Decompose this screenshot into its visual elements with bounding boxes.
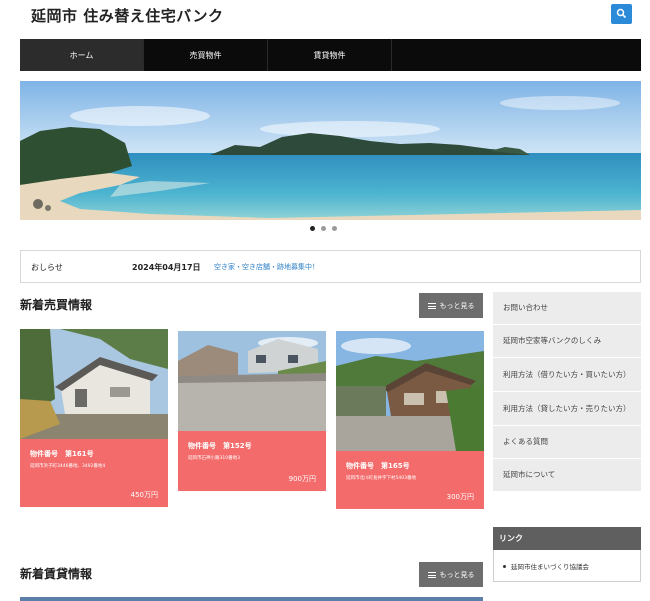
property-card[interactable]: 物件番号 第161号 延岡市浜子町3446番地、3492番地4 450万円: [20, 329, 168, 507]
bullet-icon: [503, 564, 506, 568]
hero-slider-image[interactable]: [20, 81, 641, 220]
nav-item-home[interactable]: ホーム: [20, 39, 144, 71]
notice-label: おしらせ: [31, 263, 63, 272]
property-address: 延岡市北川町長井字下村5403番地: [346, 476, 416, 481]
rent-more-label: もっと見る: [439, 570, 475, 579]
beach-landscape-image: [20, 81, 641, 220]
sale-section-title: 新着売買情報: [20, 298, 93, 312]
property-photo: [178, 331, 326, 431]
search-icon: [616, 8, 627, 19]
rent-section-title: 新着賃貸情報: [20, 567, 93, 581]
nav-item-rent[interactable]: 賃貸物件: [268, 39, 392, 71]
property-info: 物件番号 第152号 延岡市石神小路310番地3 900万円: [178, 431, 326, 491]
property-card[interactable]: 物件番号 第152号 延岡市石神小路310番地3 900万円: [178, 331, 326, 491]
property-info: 物件番号 第165号 延岡市北川町長井字下村5403番地 300万円: [336, 451, 484, 509]
sidebar-item-usage-borrow-buy[interactable]: 利用方法（借りたい方・買いたい方）: [493, 358, 641, 392]
property-price: 450万円: [130, 491, 158, 499]
property-address: 延岡市石神小路310番地3: [188, 456, 240, 461]
slider-dot[interactable]: [332, 226, 337, 231]
notice-bar: おしらせ 2024年04月17日 空き家・空き店舗・跡地募集中！: [20, 250, 641, 283]
list-icon: [427, 302, 436, 309]
search-button[interactable]: [611, 4, 632, 24]
link-item[interactable]: 延岡市住まいづくり協議会: [503, 561, 589, 571]
sale-more-label: もっと見る: [439, 301, 475, 310]
site-title[interactable]: 延岡市 住み替え住宅バンク: [31, 5, 223, 26]
sidebar-item-usage-lend-sell[interactable]: 利用方法（貸したい方・売りたい方）: [493, 392, 641, 426]
main-nav: ホーム 売買物件 賃貸物件: [20, 39, 641, 71]
sidebar-item-contact[interactable]: お問い合わせ: [493, 292, 641, 325]
slider-dot[interactable]: [310, 226, 315, 231]
sidebar-item-faq[interactable]: よくある質問: [493, 426, 641, 459]
property-number: 物件番号 第152号: [188, 442, 252, 450]
sidebar-item-about[interactable]: 延岡市について: [493, 459, 641, 492]
links-list: 延岡市住まいづくり協議会: [493, 550, 641, 582]
property-price: 900万円: [288, 475, 316, 483]
list-icon: [427, 571, 436, 578]
property-info: 物件番号 第161号 延岡市浜子町3446番地、3492番地4 450万円: [20, 439, 168, 507]
property-photo: [20, 329, 168, 439]
sidebar-menu: お問い合わせ 延岡市空家等バンクのしくみ 利用方法（借りたい方・買いたい方） 利…: [493, 292, 641, 492]
sale-more-button[interactable]: もっと見る: [419, 293, 483, 318]
slider-dots: [310, 226, 337, 231]
notice-date: 2024年04月17日: [132, 263, 201, 272]
notice-link[interactable]: 空き家・空き店舗・跡地募集中！: [214, 262, 319, 272]
link-label[interactable]: 延岡市住まいづくり協議会: [511, 561, 589, 571]
property-address: 延岡市浜子町3446番地、3492番地4: [30, 464, 106, 469]
slider-dot[interactable]: [321, 226, 326, 231]
nav-item-sale[interactable]: 売買物件: [144, 39, 268, 71]
rent-card-image-edge: [20, 597, 483, 601]
links-heading: リンク: [493, 527, 641, 550]
nav-filler: [392, 39, 641, 71]
property-number: 物件番号 第165号: [346, 462, 410, 470]
property-photo: [336, 331, 484, 451]
property-number: 物件番号 第161号: [30, 450, 94, 458]
property-price: 300万円: [446, 493, 474, 501]
rent-more-button[interactable]: もっと見る: [419, 562, 483, 587]
property-card[interactable]: 物件番号 第165号 延岡市北川町長井字下村5403番地 300万円: [336, 331, 484, 509]
sidebar-item-mechanism[interactable]: 延岡市空家等バンクのしくみ: [493, 325, 641, 358]
